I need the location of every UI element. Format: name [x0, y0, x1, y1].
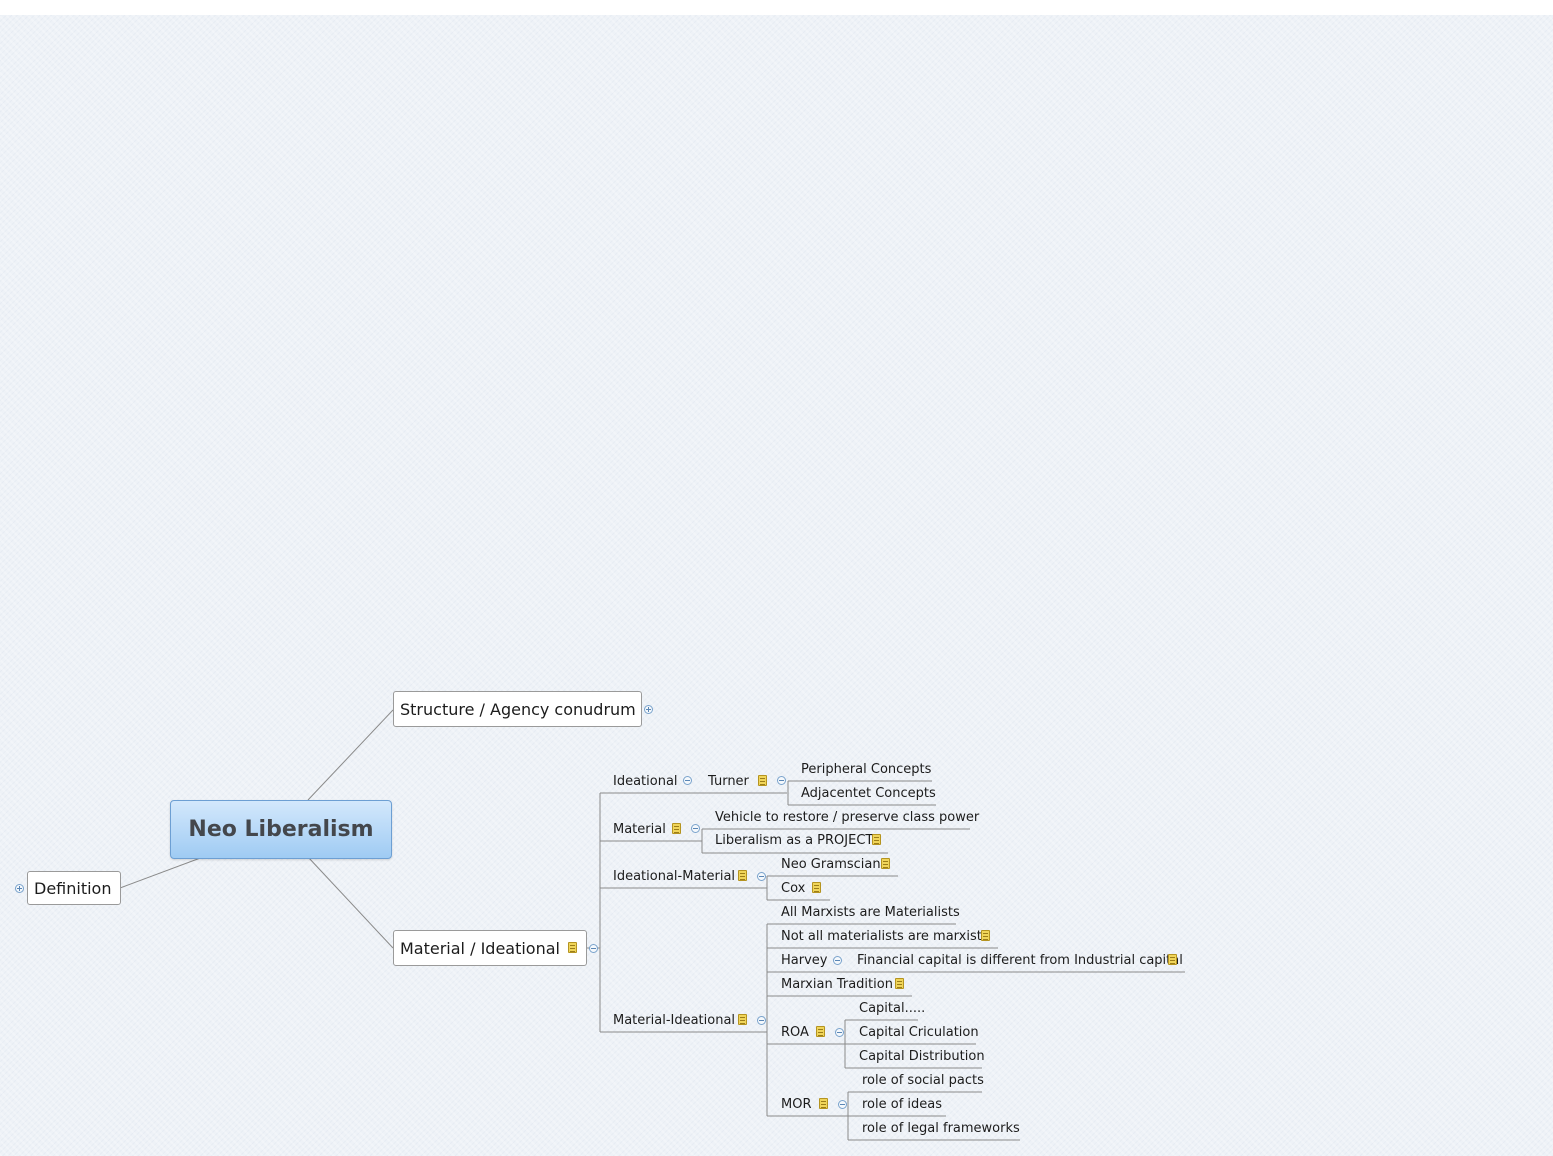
connector-central-definition	[119, 856, 204, 889]
collapse-roa-icon[interactable]	[835, 1028, 844, 1037]
connector-mi-trunk	[587, 793, 601, 1032]
collapse-material-ideational-icon[interactable]	[589, 944, 598, 953]
note-icon[interactable]	[872, 834, 881, 845]
subtopic-harvey[interactable]: Harvey	[781, 953, 827, 969]
central-topic[interactable]: Neo Liberalism	[170, 800, 392, 859]
subtopic-ideational-material[interactable]: Ideational-Material	[613, 869, 735, 885]
subtopic-liberalism-project[interactable]: Liberalism as a PROJECT	[715, 833, 873, 849]
note-icon[interactable]	[1168, 954, 1177, 965]
subtopic-adjacentet-concepts[interactable]: Adjacentet Concepts	[801, 786, 936, 802]
subtopic-financial-capital[interactable]: Financial capital is different from Indu…	[857, 953, 1183, 969]
collapse-turner-icon[interactable]	[777, 776, 786, 785]
subtopic-neo-gramscian[interactable]: Neo Gramscian	[781, 857, 881, 873]
topic-material-ideational-label: Material / Ideational	[400, 939, 560, 958]
subtopic-turner[interactable]: Turner	[708, 774, 749, 790]
collapse-harvey-icon[interactable]	[833, 956, 842, 965]
connector-central-material	[307, 856, 394, 949]
expand-structure-agency-icon[interactable]	[644, 705, 653, 714]
subtopic-capital-distribution[interactable]: Capital Distribution	[859, 1049, 985, 1065]
subtopic-capital-dots[interactable]: Capital.....	[859, 1001, 925, 1017]
subtopic-roa[interactable]: ROA	[781, 1025, 809, 1041]
collapse-ideational-material-icon[interactable]	[757, 872, 766, 881]
subtopic-cox[interactable]: Cox	[781, 881, 805, 897]
note-icon[interactable]	[568, 942, 577, 953]
note-icon[interactable]	[895, 978, 904, 989]
subtopic-capital-criculation[interactable]: Capital Criculation	[859, 1025, 979, 1041]
subtopic-material-ideational[interactable]: Material-Ideational	[613, 1013, 735, 1029]
note-icon[interactable]	[672, 823, 681, 834]
topic-material-ideational[interactable]: Material / Ideational	[393, 930, 587, 966]
subtopic-ideational[interactable]: Ideational	[613, 774, 678, 790]
subtopic-material[interactable]: Material	[613, 822, 666, 838]
subtopic-not-all-materialists[interactable]: Not all materialists are marxists	[781, 929, 989, 945]
collapse-mor-icon[interactable]	[838, 1100, 847, 1109]
note-icon[interactable]	[816, 1026, 825, 1037]
subtopic-all-marxists[interactable]: All Marxists are Materialists	[781, 905, 960, 921]
subtopic-role-social-pacts[interactable]: role of social pacts	[862, 1073, 984, 1089]
note-icon[interactable]	[812, 882, 821, 893]
subtopic-mor[interactable]: MOR	[781, 1097, 811, 1113]
subtopic-marxian-tradition[interactable]: Marxian Tradition	[781, 977, 893, 993]
collapse-material-ideational-sub-icon[interactable]	[757, 1016, 766, 1025]
note-icon[interactable]	[758, 775, 767, 786]
subtopic-role-ideas[interactable]: role of ideas	[862, 1097, 942, 1113]
note-icon[interactable]	[981, 930, 990, 941]
note-icon[interactable]	[738, 1014, 747, 1025]
collapse-material-icon[interactable]	[691, 824, 700, 833]
expand-definition-icon[interactable]	[15, 884, 24, 893]
connector-lines	[119, 709, 1185, 1141]
topic-definition[interactable]: Definition	[27, 871, 121, 905]
connector-central-structure	[307, 709, 394, 801]
subtopic-role-legal-frameworks[interactable]: role of legal frameworks	[862, 1121, 1020, 1137]
collapse-ideational-icon[interactable]	[683, 776, 692, 785]
subtopic-peripheral-concepts[interactable]: Peripheral Concepts	[801, 762, 931, 778]
note-icon[interactable]	[881, 858, 890, 869]
note-icon[interactable]	[738, 870, 747, 881]
subtopic-vehicle-class-power[interactable]: Vehicle to restore / preserve class powe…	[715, 810, 979, 826]
topic-structure-agency[interactable]: Structure / Agency conudrum	[393, 691, 642, 727]
note-icon[interactable]	[819, 1098, 828, 1109]
